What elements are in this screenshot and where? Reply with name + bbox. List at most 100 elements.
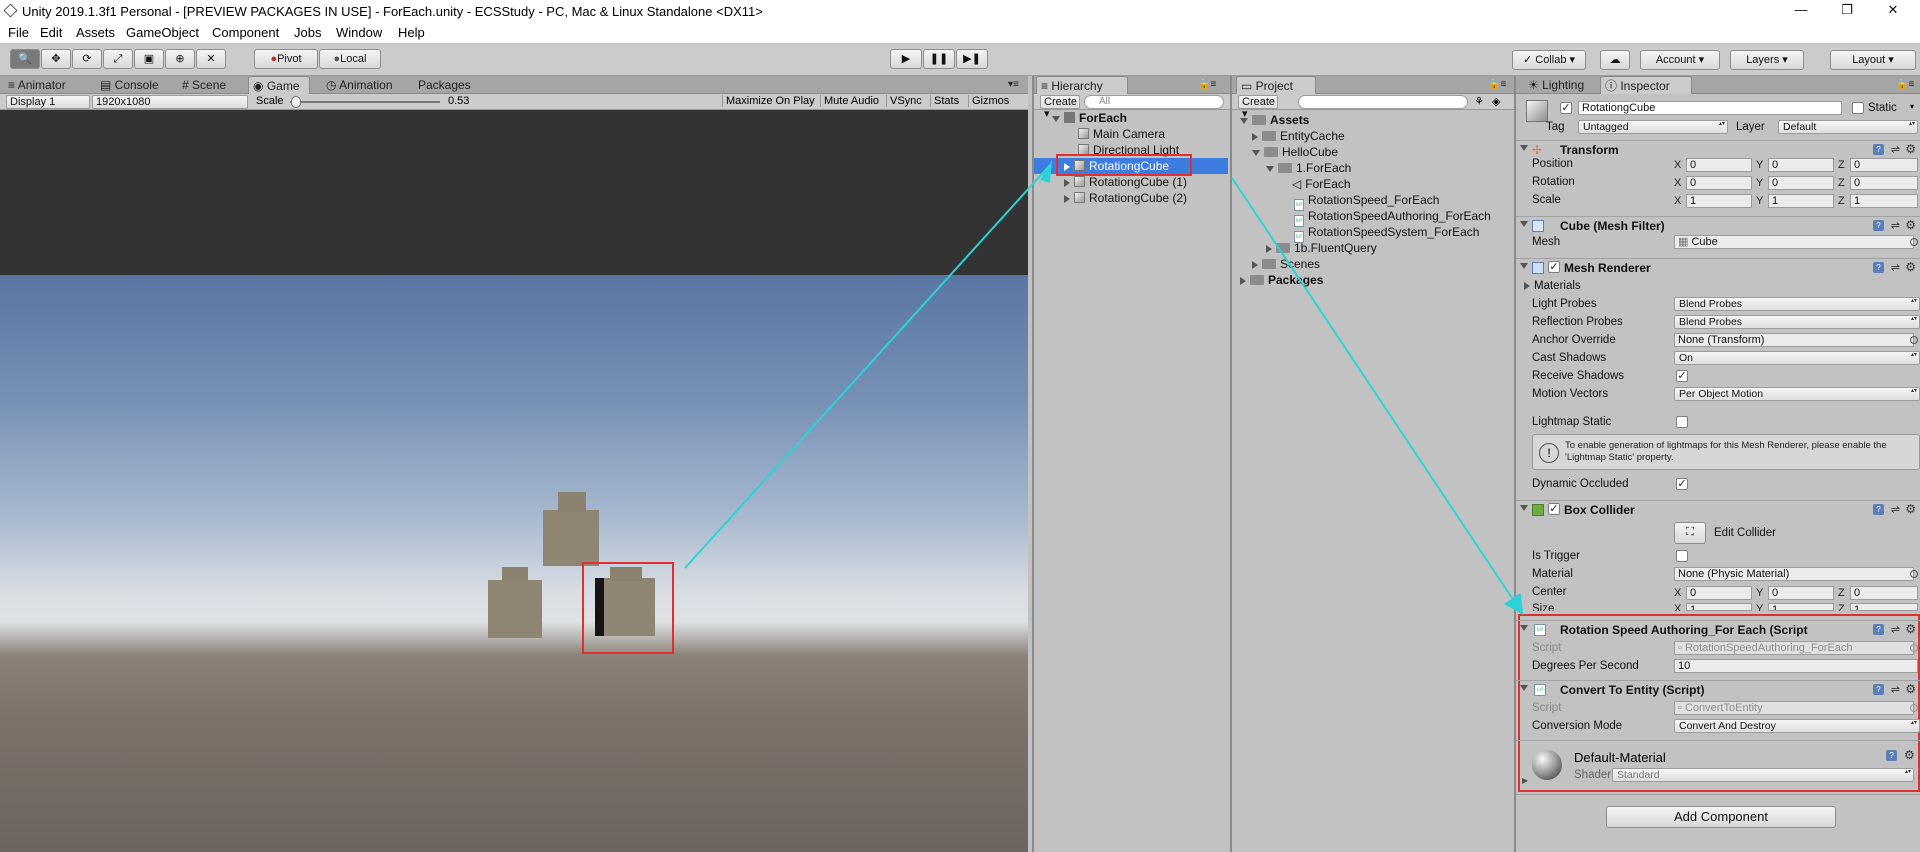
- project-tree-item[interactable]: ◁ ForEach: [1292, 176, 1351, 192]
- rotation-y-field[interactable]: 0: [1768, 176, 1834, 190]
- hierarchy-create-dropdown[interactable]: Create ▾: [1040, 95, 1080, 120]
- size-x-field[interactable]: 1: [1686, 603, 1752, 611]
- convert-entity-header[interactable]: c# Convert To Entity (Script) ? ⇌ ⚙: [1516, 680, 1920, 698]
- rotate-tool-icon[interactable]: ⟳: [72, 49, 102, 69]
- mute-audio-toggle[interactable]: Mute Audio: [820, 95, 879, 107]
- preset-icon[interactable]: ⇌: [1891, 261, 1900, 274]
- custom-tool-icon[interactable]: ✕: [196, 49, 226, 69]
- move-tool-icon[interactable]: ✥: [41, 49, 71, 69]
- shader-dropdown[interactable]: Standard: [1612, 768, 1914, 782]
- center-y-field[interactable]: 0: [1768, 586, 1834, 600]
- hierarchy-item[interactable]: Main Camera: [1078, 126, 1165, 142]
- conversion-mode-dropdown[interactable]: Convert And Destroy: [1674, 719, 1920, 733]
- menu-component[interactable]: Component: [212, 25, 279, 40]
- scale-slider[interactable]: [290, 101, 440, 103]
- gizmos-dropdown[interactable]: Gizmos: [968, 95, 1009, 107]
- is-trigger-checkbox[interactable]: [1676, 550, 1688, 562]
- tab-inspector[interactable]: ⓘ Inspector: [1600, 76, 1692, 94]
- dynamic-occluded-checkbox[interactable]: ✓: [1676, 478, 1688, 490]
- scale-slider-thumb[interactable]: [291, 96, 301, 108]
- active-checkbox[interactable]: ✓: [1560, 102, 1572, 114]
- collider-material-field[interactable]: None (Physic Material): [1674, 567, 1914, 581]
- scale-x-field[interactable]: 1: [1686, 194, 1752, 208]
- mesh-renderer-enabled-checkbox[interactable]: ✓: [1548, 261, 1560, 273]
- help-icon[interactable]: ?: [1873, 624, 1884, 635]
- menu-jobs[interactable]: Jobs: [294, 25, 321, 40]
- project-tree-item[interactable]: 1b.FluentQuery: [1266, 240, 1377, 256]
- degrees-per-second-field[interactable]: 10: [1674, 659, 1918, 673]
- size-y-field[interactable]: 1: [1768, 603, 1834, 611]
- gear-icon[interactable]: ⚙: [1904, 748, 1915, 762]
- filter-icon[interactable]: ⚘: [1474, 95, 1484, 108]
- maximize-button[interactable]: ❐: [1824, 0, 1870, 22]
- lock-icon[interactable]: 🔒≡: [1484, 76, 1510, 94]
- position-z-field[interactable]: 0: [1850, 158, 1918, 172]
- preset-icon[interactable]: ⇌: [1891, 219, 1900, 232]
- pause-button[interactable]: ❚❚: [923, 49, 955, 69]
- static-dropdown-icon[interactable]: ▾: [1910, 102, 1914, 111]
- mesh-field[interactable]: ▦ Cube: [1674, 235, 1914, 249]
- hand-tool-icon[interactable]: 🔍: [10, 49, 40, 69]
- cast-shadows-dropdown[interactable]: On: [1674, 351, 1920, 365]
- local-button[interactable]: ●Local: [319, 49, 381, 69]
- hierarchy-search-input[interactable]: All: [1084, 95, 1224, 109]
- lock-icon[interactable]: 🔒≡: [1194, 76, 1220, 94]
- menu-file[interactable]: File: [8, 25, 29, 40]
- box-collider-header[interactable]: ✓ Box Collider ? ⇌ ⚙: [1516, 500, 1920, 518]
- tab-lighting[interactable]: ☀ Lighting: [1524, 76, 1588, 94]
- preset-icon[interactable]: ⇌: [1891, 503, 1900, 516]
- hierarchy-item[interactable]: RotationgCube (1): [1064, 174, 1187, 190]
- panel-menu-icon[interactable]: ▾≡: [1004, 76, 1023, 94]
- add-component-button[interactable]: Add Component: [1606, 806, 1836, 828]
- project-tree-item[interactable]: c# RotationSpeedSystem_ForEach: [1294, 224, 1479, 243]
- tab-project[interactable]: ▭ Project: [1236, 76, 1316, 94]
- preset-icon[interactable]: ⇌: [1891, 143, 1900, 156]
- position-y-field[interactable]: 0: [1768, 158, 1834, 172]
- motion-vectors-dropdown[interactable]: Per Object Motion: [1674, 387, 1920, 401]
- menu-edit[interactable]: Edit: [40, 25, 62, 40]
- object-picker-icon[interactable]: [1910, 336, 1918, 344]
- box-collider-enabled-checkbox[interactable]: ✓: [1548, 503, 1560, 515]
- project-tree-item[interactable]: HelloCube: [1252, 144, 1338, 160]
- menu-help[interactable]: Help: [398, 25, 425, 40]
- tab-packages[interactable]: Packages: [414, 76, 475, 94]
- close-button[interactable]: ✕: [1870, 0, 1916, 22]
- cloud-icon[interactable]: ☁: [1600, 50, 1630, 70]
- gear-icon[interactable]: ⚙: [1905, 218, 1916, 232]
- display-dropdown[interactable]: Display 1: [6, 95, 90, 109]
- gear-icon[interactable]: ⚙: [1905, 502, 1916, 516]
- receive-shadows-checkbox[interactable]: ✓: [1676, 370, 1688, 382]
- tab-hierarchy[interactable]: ≡ Hierarchy: [1036, 76, 1128, 94]
- help-icon[interactable]: ?: [1873, 504, 1884, 515]
- scale-tool-icon[interactable]: ⤢: [103, 49, 133, 69]
- authoring-script-header[interactable]: c# Rotation Speed Authoring_For Each (Sc…: [1516, 620, 1920, 638]
- game-view[interactable]: [0, 110, 1028, 852]
- object-name-field[interactable]: RotationgCube: [1578, 101, 1842, 115]
- preset-icon[interactable]: ⇌: [1891, 623, 1900, 636]
- project-tree-item[interactable]: Scenes: [1252, 256, 1320, 272]
- mesh-filter-header[interactable]: Cube (Mesh Filter) ? ⇌ ⚙: [1516, 216, 1920, 234]
- rotation-z-field[interactable]: 0: [1850, 176, 1918, 190]
- layers-dropdown[interactable]: Layers ▾: [1730, 50, 1804, 70]
- label-icon[interactable]: ◈: [1492, 95, 1500, 108]
- play-button[interactable]: ▶: [890, 49, 922, 69]
- vsync-toggle[interactable]: VSync: [886, 95, 922, 107]
- layout-dropdown[interactable]: Layout ▾: [1830, 50, 1916, 70]
- tab-console[interactable]: ▤ Console: [96, 76, 163, 94]
- step-button[interactable]: ▶❚: [956, 49, 988, 69]
- menu-window[interactable]: Window: [336, 25, 382, 40]
- gear-icon[interactable]: ⚙: [1905, 142, 1916, 156]
- tab-animator[interactable]: ≡ Animator: [4, 76, 70, 94]
- minimize-button[interactable]: —: [1778, 0, 1824, 22]
- materials-foldout[interactable]: Materials: [1524, 280, 1581, 292]
- transform-tool-icon[interactable]: ⊕: [165, 49, 195, 69]
- scale-y-field[interactable]: 1: [1768, 194, 1834, 208]
- project-tree-item[interactable]: 1.ForEach: [1266, 160, 1351, 176]
- edit-collider-button[interactable]: ⛶: [1674, 522, 1706, 544]
- help-icon[interactable]: ?: [1873, 262, 1884, 273]
- project-tree-item[interactable]: c# RotationSpeed_ForEach: [1294, 192, 1439, 211]
- scene-root[interactable]: ForEach: [1052, 110, 1127, 126]
- project-search-input[interactable]: [1298, 95, 1468, 109]
- rotation-x-field[interactable]: 0: [1686, 176, 1752, 190]
- anchor-override-field[interactable]: None (Transform): [1674, 333, 1914, 347]
